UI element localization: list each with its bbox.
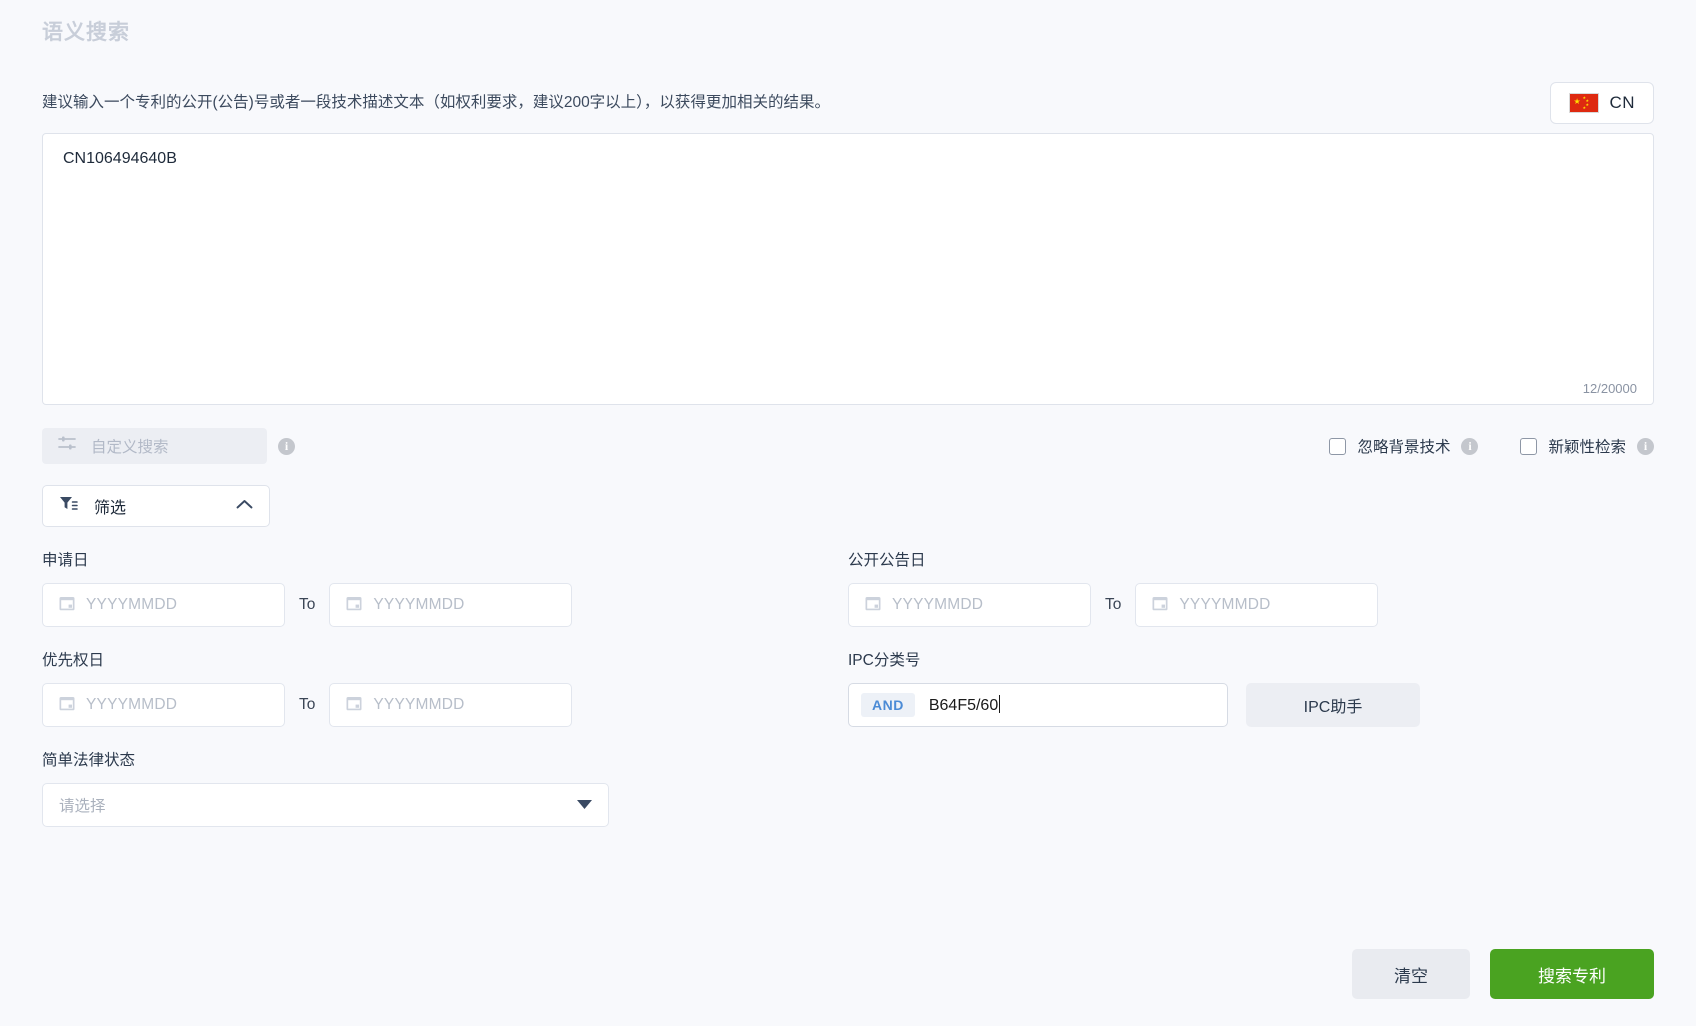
custom-search-group: 自定义搜索 i [42, 428, 295, 464]
field-label: 优先权日 [42, 652, 105, 669]
calendar-icon [865, 595, 881, 616]
ipc-input-value: B64F5/60 [928, 695, 1001, 714]
checkbox-box[interactable] [1329, 437, 1347, 455]
text-caret [999, 695, 1001, 713]
calendar-icon [346, 595, 362, 616]
custom-search-info-icon[interactable]: i [278, 437, 295, 455]
search-hint-text: 建议输入一个专利的公开(公告)号或者一段技术描述文本（如权利要求，建议200字以… [42, 94, 830, 111]
priority-date-from-input[interactable]: YYYYMMDD [42, 683, 285, 727]
field-label: IPC分类号 [848, 652, 921, 669]
legal-status-select[interactable]: 请选择 [42, 783, 609, 827]
checkbox-label: 忽略背景技术 [1357, 439, 1451, 456]
options-row: 自定义搜索 i 忽略背景技术 i 新颖性检索 i [42, 428, 1654, 464]
filter-column-right: 公开公告日 YYYYMMDD To YYYYMMDD IPC分类号 AND B6… [848, 551, 1654, 851]
filter-panel: 申请日 YYYYMMDD To YYYYMMDD 优先权日 YYYYMMDD T… [42, 551, 1654, 851]
ipc-input[interactable]: AND B64F5/60 [848, 683, 1228, 727]
custom-search-input[interactable]: 自定义搜索 [42, 428, 267, 464]
language-label: CN [1609, 93, 1635, 112]
checkbox-label: 新颖性检索 [1548, 439, 1626, 456]
field-label: 公开公告日 [848, 552, 926, 569]
filter-column-left: 申请日 YYYYMMDD To YYYYMMDD 优先权日 YYYYMMDD T… [42, 551, 848, 851]
field-legal-status: 简单法律状态 请选择 [42, 751, 848, 827]
field-ipc: IPC分类号 AND B64F5/60 IPC助手 [848, 651, 1654, 727]
checkbox-group: 忽略背景技术 i 新颖性检索 i [1329, 435, 1654, 457]
date-placeholder: YYYYMMDD [86, 596, 178, 613]
query-textarea[interactable]: CN106494640B 12/20000 [42, 133, 1654, 405]
funnel-icon [59, 495, 78, 517]
date-range: YYYYMMDD To YYYYMMDD [848, 583, 1654, 627]
calendar-icon [1152, 595, 1168, 616]
language-button[interactable]: ★ ★ ★ ★ ★ CN [1550, 82, 1654, 124]
date-range-separator: To [1105, 596, 1122, 613]
date-placeholder: YYYYMMDD [86, 696, 178, 713]
legal-status-placeholder: 请选择 [59, 798, 106, 815]
field-publication-date: 公开公告日 YYYYMMDD To YYYYMMDD [848, 551, 1654, 627]
date-range-separator: To [299, 696, 316, 713]
ipc-helper-button[interactable]: IPC助手 [1246, 683, 1420, 727]
checkbox-novelty-search[interactable]: 新颖性检索 i [1520, 435, 1654, 457]
checkbox-ignore-background[interactable]: 忽略背景技术 i [1329, 435, 1479, 457]
calendar-icon [59, 595, 75, 616]
search-patents-button[interactable]: 搜索专利 [1490, 949, 1654, 999]
date-placeholder: YYYYMMDD [892, 596, 984, 613]
semantic-search-page: 语义搜索 建议输入一个专利的公开(公告)号或者一段技术描述文本（如权利要求，建议… [0, 0, 1696, 1026]
custom-search-label: 自定义搜索 [91, 439, 169, 456]
ignore-background-info-icon[interactable]: i [1461, 437, 1479, 455]
ipc-operator-tag[interactable]: AND [861, 693, 915, 717]
publication-date-from-input[interactable]: YYYYMMDD [848, 583, 1091, 627]
query-textarea-value: CN106494640B [63, 150, 177, 167]
priority-date-to-input[interactable]: YYYYMMDD [329, 683, 573, 727]
sliders-icon [58, 436, 77, 456]
character-counter: 12/20000 [1582, 381, 1637, 396]
application-date-from-input[interactable]: YYYYMMDD [42, 583, 285, 627]
novelty-search-info-icon[interactable]: i [1637, 437, 1654, 455]
page-title: 语义搜索 [42, 21, 130, 44]
application-date-to-input[interactable]: YYYYMMDD [329, 583, 573, 627]
chevron-up-icon [236, 497, 253, 515]
date-range: YYYYMMDD To YYYYMMDD [42, 583, 848, 627]
date-placeholder: YYYYMMDD [373, 696, 465, 713]
cn-flag-icon: ★ ★ ★ ★ ★ [1569, 93, 1600, 113]
field-application-date: 申请日 YYYYMMDD To YYYYMMDD [42, 551, 848, 627]
calendar-icon [59, 695, 75, 716]
hint-row: 建议输入一个专利的公开(公告)号或者一段技术描述文本（如权利要求，建议200字以… [42, 81, 1654, 125]
ipc-row: AND B64F5/60 IPC助手 [848, 683, 1654, 727]
date-placeholder: YYYYMMDD [373, 596, 465, 613]
date-range: YYYYMMDD To YYYYMMDD [42, 683, 848, 727]
filter-toggle-button[interactable]: 筛选 [42, 485, 270, 527]
field-label: 申请日 [42, 552, 89, 569]
filter-toggle-label: 筛选 [94, 500, 127, 517]
date-placeholder: YYYYMMDD [1179, 596, 1271, 613]
publication-date-to-input[interactable]: YYYYMMDD [1135, 583, 1379, 627]
calendar-icon [346, 695, 362, 716]
field-label: 简单法律状态 [42, 752, 136, 769]
field-priority-date: 优先权日 YYYYMMDD To YYYYMMDD [42, 651, 848, 727]
clear-button[interactable]: 清空 [1352, 949, 1470, 999]
action-buttons: 清空 搜索专利 [1352, 949, 1654, 999]
date-range-separator: To [299, 596, 316, 613]
chevron-down-icon [577, 796, 592, 814]
checkbox-box[interactable] [1520, 437, 1538, 455]
